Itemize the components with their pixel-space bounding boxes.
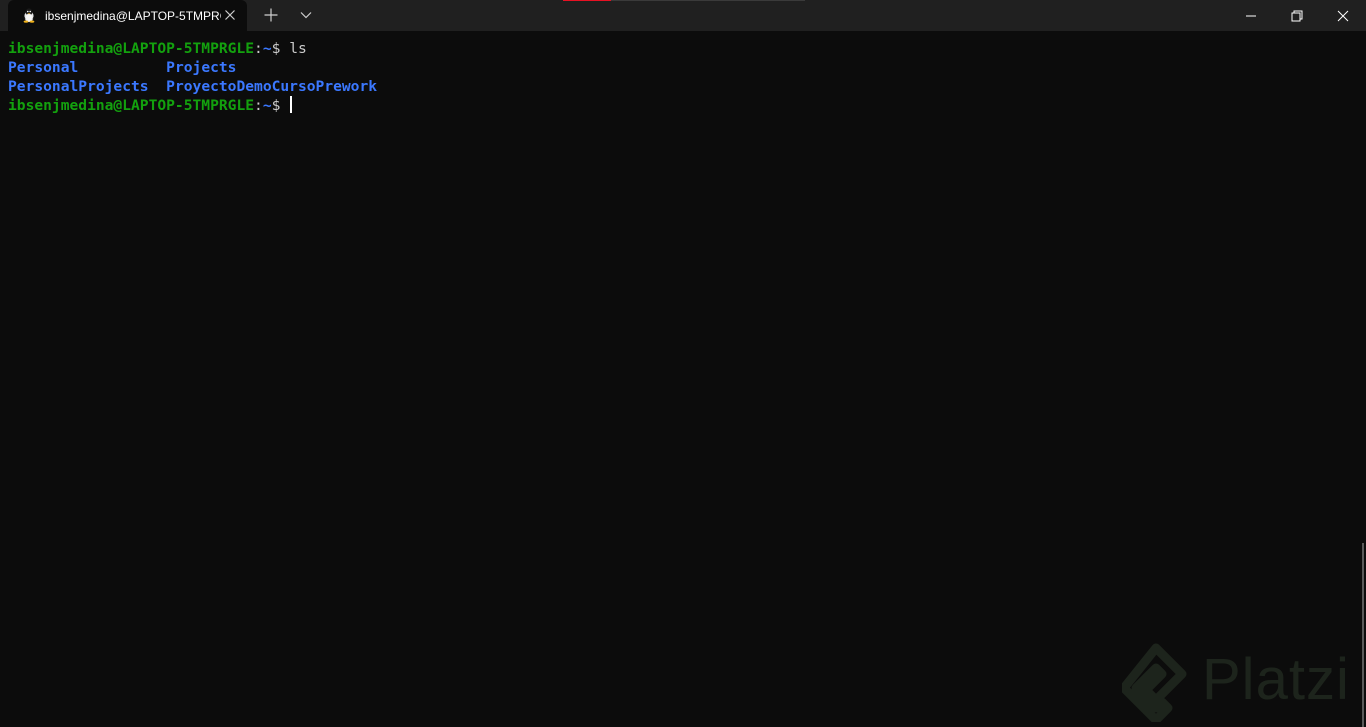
minimize-button[interactable] [1228, 0, 1274, 31]
directory-entry: Personal [8, 59, 79, 76]
platzi-logo-icon [1119, 643, 1187, 725]
text-cursor [290, 96, 293, 113]
terminal-line-output: PersonalProjects ProyectoDemoCursoPrewor… [8, 77, 377, 96]
tab-title: ibsenjmedina@LAPTOP-5TMPRGLE: ~ [45, 9, 221, 23]
prompt-path: ~ [262, 40, 272, 57]
chevron-down-icon [294, 12, 318, 30]
tab-dropdown-button[interactable] [294, 4, 318, 26]
plus-icon [259, 8, 283, 30]
command-text: ls [289, 40, 307, 57]
terminal-line-prompt: ibsenjmedina@LAPTOP-5TMPRGLE:~$ [8, 96, 293, 115]
directory-entry: PersonalProjects [8, 78, 149, 95]
prompt-separator: : [254, 40, 263, 57]
terminal-tab[interactable]: ibsenjmedina@LAPTOP-5TMPRGLE: ~ [8, 0, 247, 31]
prompt-user: ibsenjmedina@LAPTOP-5TMPRGLE [8, 97, 255, 114]
column-gap [78, 59, 166, 76]
column-gap [149, 78, 167, 95]
terminal-line-output: Personal Projects [8, 58, 236, 77]
prompt-user: ibsenjmedina@LAPTOP-5TMPRGLE [8, 40, 255, 57]
close-window-button[interactable] [1320, 0, 1366, 31]
watermark-text: Platzi [1202, 647, 1350, 712]
new-tab-button[interactable] [259, 4, 283, 26]
directory-entry: ProyectoDemoCursoPrework [166, 78, 378, 95]
terminal-line-command: ibsenjmedina@LAPTOP-5TMPRGLE:~$ ls [8, 39, 307, 58]
prompt-symbol: $ [271, 40, 290, 57]
tab-close-icon[interactable] [222, 7, 238, 23]
platzi-watermark: Platzi [1119, 642, 1366, 725]
prompt-separator: : [254, 97, 263, 114]
linux-tux-icon [21, 7, 37, 23]
drag-region-indicator [563, 0, 805, 1]
title-bar: ibsenjmedina@LAPTOP-5TMPRGLE: ~ [0, 0, 1366, 31]
prompt-symbol: $ [271, 97, 290, 114]
restore-button[interactable] [1274, 0, 1320, 31]
directory-entry: Projects [166, 59, 237, 76]
prompt-path: ~ [262, 97, 272, 114]
terminal-pane[interactable]: ibsenjmedina@LAPTOP-5TMPRGLE:~$ ls Perso… [0, 31, 1366, 727]
